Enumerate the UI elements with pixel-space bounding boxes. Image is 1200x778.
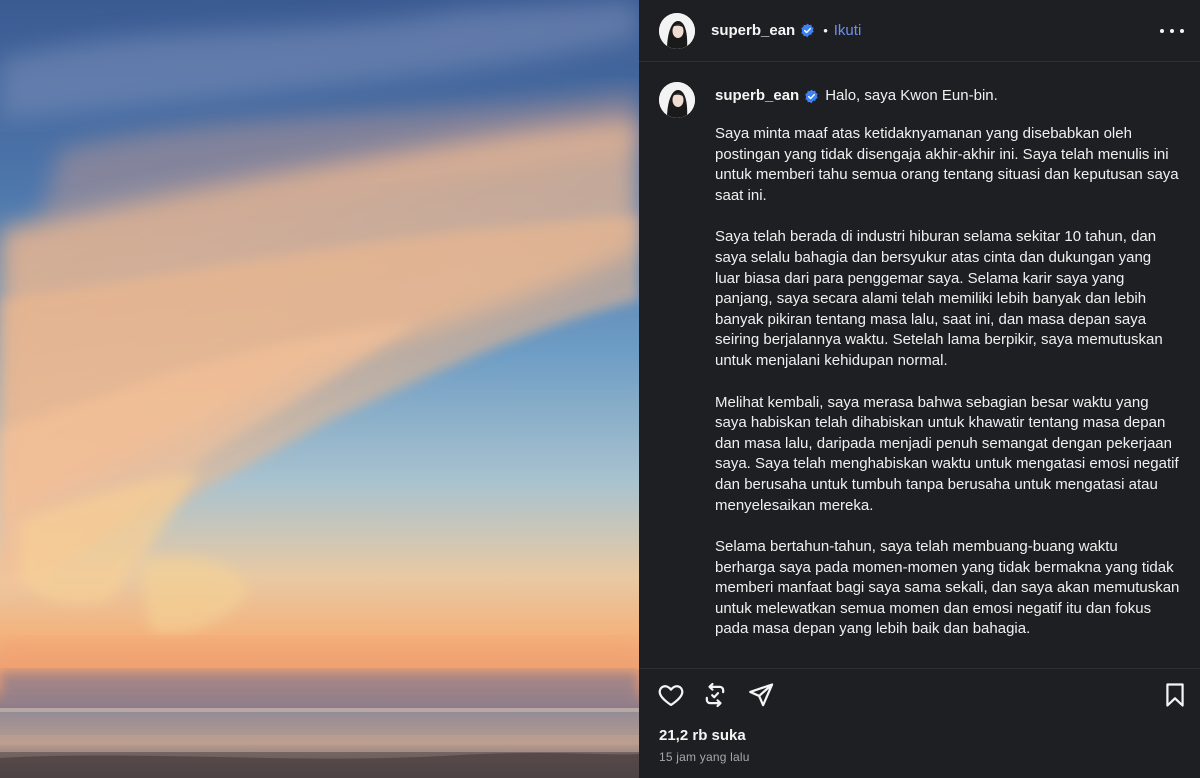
caption-paragraph: Saya minta maaf atas ketidaknyamanan yan… xyxy=(715,125,1179,204)
caption-paragraph: Selama bertahun-tahun, saya telah membua… xyxy=(715,538,1180,638)
sunset-sky-photo xyxy=(0,0,639,778)
bookmark-icon[interactable] xyxy=(1161,681,1189,709)
separator-dot: • xyxy=(823,23,828,38)
caption-paragraph: Melihat kembali, saya merasa bahwa sebag… xyxy=(715,393,1179,514)
caption-area: superb_ean Halo, saya Kwon Eun-bin. Saya… xyxy=(639,62,1200,668)
verified-badge-icon xyxy=(800,23,815,38)
like-count[interactable]: 21,2 rb suka xyxy=(659,727,746,744)
caption-avatar[interactable] xyxy=(659,82,695,118)
post-container: superb_ean • Ikuti superb_ean Halo, saya… xyxy=(0,0,1200,778)
header-username[interactable]: superb_ean xyxy=(711,22,795,39)
caption-username[interactable]: superb_ean xyxy=(715,86,799,106)
more-options-icon[interactable] xyxy=(1160,20,1184,42)
caption-paragraph: Saya telah berada di industri hiburan se… xyxy=(715,228,1163,369)
caption-comment: superb_ean Halo, saya Kwon Eun-bin. Saya… xyxy=(659,82,1180,640)
repost-icon[interactable] xyxy=(701,681,729,709)
post-image[interactable] xyxy=(0,0,639,778)
heart-icon[interactable] xyxy=(657,681,685,709)
caption-greeting: Halo, saya Kwon Eun-bin. xyxy=(825,87,998,104)
post-sidebar: superb_ean • Ikuti superb_ean Halo, saya… xyxy=(639,0,1200,778)
caption-text: superb_ean Halo, saya Kwon Eun-bin. Saya… xyxy=(715,82,1180,640)
send-icon[interactable] xyxy=(747,681,775,709)
verified-badge-icon xyxy=(804,89,819,104)
follow-button[interactable]: Ikuti xyxy=(834,22,862,39)
avatar[interactable] xyxy=(659,12,695,49)
caption-first-line: superb_ean Halo, saya Kwon Eun-bin. xyxy=(715,82,1180,110)
post-timestamp[interactable]: 15 jam yang lalu xyxy=(659,750,750,764)
profile-photo xyxy=(659,12,695,49)
action-bar xyxy=(639,668,1200,718)
post-header: superb_ean • Ikuti xyxy=(639,0,1200,62)
profile-photo xyxy=(659,82,695,118)
